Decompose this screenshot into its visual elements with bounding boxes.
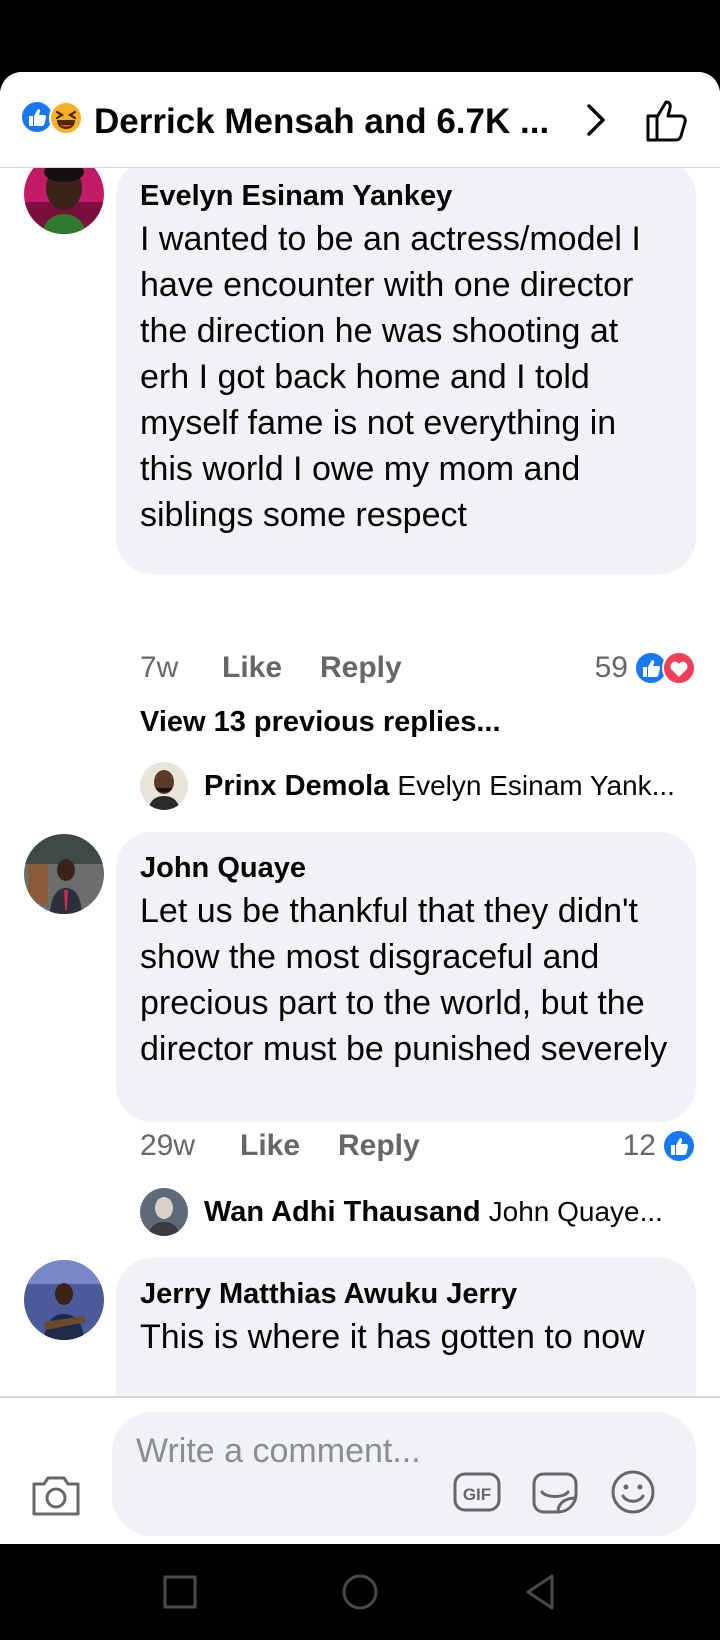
back-icon[interactable] bbox=[520, 1572, 560, 1612]
comment-author[interactable]: John Quaye bbox=[140, 848, 672, 888]
reaction-count[interactable]: 12 bbox=[623, 1126, 696, 1166]
reaction-count-value: 12 bbox=[622, 1129, 656, 1162]
comment-text: Let us be thankful that they didn't show… bbox=[140, 892, 668, 1068]
recents-icon[interactable] bbox=[160, 1572, 200, 1612]
view-previous-replies[interactable]: View 13 previous replies... bbox=[140, 702, 501, 742]
thumbs-up-outline-icon[interactable] bbox=[644, 96, 690, 144]
like-button[interactable]: Like bbox=[222, 648, 282, 688]
comment-author[interactable]: Evelyn Esinam Yankey bbox=[140, 176, 672, 216]
comment-input[interactable]: Write a comment... GIF bbox=[112, 1412, 696, 1536]
like-button[interactable]: Like bbox=[240, 1126, 300, 1166]
avatar[interactable] bbox=[24, 834, 104, 914]
like-icon bbox=[662, 1129, 696, 1163]
chevron-right-icon[interactable] bbox=[578, 98, 614, 142]
comment-time[interactable]: 7w bbox=[140, 648, 178, 688]
reply-button[interactable]: Reply bbox=[320, 648, 402, 688]
love-icon bbox=[662, 651, 696, 685]
reaction-count-value: 59 bbox=[594, 651, 628, 684]
gif-icon[interactable]: GIF bbox=[452, 1468, 502, 1516]
comments-sheet: Derrick Mensah and 6.7K ... Evelyn Esina… bbox=[0, 72, 720, 1544]
avatar bbox=[140, 1188, 188, 1236]
reaction-count[interactable]: 59 bbox=[595, 648, 696, 688]
avatar bbox=[140, 762, 188, 810]
reactions-title[interactable]: Derrick Mensah and 6.7K ... bbox=[94, 100, 554, 144]
comment-bubble[interactable]: John Quaye Let us be thankful that they … bbox=[116, 832, 696, 1122]
reply-preview[interactable]: Wan Adhi Thausand John Quaye... bbox=[140, 1188, 700, 1236]
reply-text: Evelyn Esinam Yank... bbox=[397, 770, 675, 801]
reply-text: John Quaye... bbox=[488, 1196, 663, 1227]
comment-bubble[interactable]: Evelyn Esinam Yankey I wanted to be an a… bbox=[116, 168, 696, 574]
reactions-header[interactable]: Derrick Mensah and 6.7K ... bbox=[0, 72, 720, 168]
camera-icon[interactable] bbox=[30, 1470, 82, 1518]
comment-author[interactable]: Jerry Matthias Awuku Jerry bbox=[140, 1274, 672, 1314]
reply-author: Wan Adhi Thausand bbox=[204, 1196, 481, 1228]
comment-text: This is where it has gotten to now bbox=[140, 1318, 645, 1356]
sticker-icon[interactable] bbox=[530, 1468, 580, 1516]
comment-composer: Write a comment... GIF bbox=[0, 1396, 720, 1544]
comment-time[interactable]: 29w bbox=[140, 1126, 195, 1166]
reply-button[interactable]: Reply bbox=[338, 1126, 420, 1166]
avatar[interactable] bbox=[24, 168, 104, 234]
comment-text: I wanted to be an actress/model I have e… bbox=[140, 220, 641, 534]
home-icon[interactable] bbox=[340, 1572, 380, 1612]
system-nav-bar bbox=[0, 1544, 720, 1640]
comment-input-placeholder: Write a comment... bbox=[136, 1432, 421, 1470]
reaction-summary-icons bbox=[20, 100, 92, 136]
avatar[interactable] bbox=[24, 1260, 104, 1340]
reply-preview[interactable]: Prinx Demola Evelyn Esinam Yank... bbox=[140, 762, 700, 810]
haha-icon bbox=[49, 101, 83, 135]
comments-list[interactable]: Evelyn Esinam Yankey I wanted to be an a… bbox=[0, 168, 720, 1468]
reply-author: Prinx Demola bbox=[204, 770, 390, 802]
svg-text:GIF: GIF bbox=[463, 1485, 491, 1504]
emoji-icon[interactable] bbox=[608, 1468, 658, 1516]
status-bar bbox=[0, 0, 720, 72]
